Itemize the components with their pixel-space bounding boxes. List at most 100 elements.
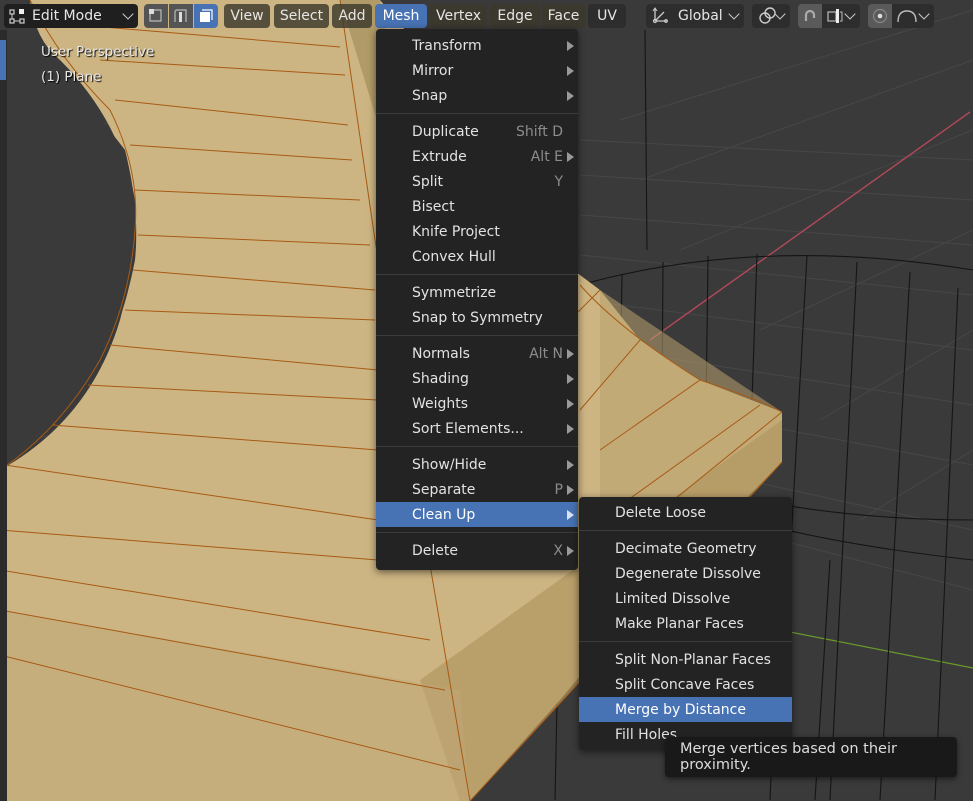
face-select-mode-button[interactable]: [194, 4, 218, 28]
snap-target-select[interactable]: [822, 4, 860, 28]
menu-item-transform[interactable]: Transform: [376, 33, 578, 58]
menu-item-symmetrize[interactable]: Symmetrize: [376, 280, 578, 305]
submenu-arrow-icon: [567, 399, 574, 409]
link-pivot-icon: [759, 7, 776, 24]
submenu-item-label: Limited Dissolve: [615, 590, 731, 607]
submenu-item-make-planar-faces[interactable]: Make Planar Faces: [579, 611, 792, 636]
menu-item-split[interactable]: Split Y: [376, 169, 578, 194]
shortcut-label: Alt N: [529, 345, 563, 362]
chevron-down-icon: [122, 8, 134, 20]
menu-item-label: Show/Hide: [412, 456, 487, 473]
submenu-item-limited-dissolve[interactable]: Limited Dissolve: [579, 586, 792, 611]
menu-item-bisect[interactable]: Bisect: [376, 194, 578, 219]
menu-separator: [376, 335, 578, 336]
pivot-point-select[interactable]: [752, 4, 790, 28]
menu-item-clean-up[interactable]: Clean Up: [376, 502, 578, 527]
menu-item-label: Bisect: [412, 198, 455, 215]
submenu-item-delete-loose[interactable]: Delete Loose: [579, 500, 792, 525]
transform-orientation-label: Global: [678, 8, 723, 24]
menu-item-label: Symmetrize: [412, 284, 497, 301]
proportional-editing-toggle[interactable]: [868, 4, 892, 28]
chevron-down-icon: [728, 8, 740, 20]
submenu-arrow-icon: [567, 424, 574, 434]
menu-add[interactable]: Add: [332, 4, 372, 28]
submenu-arrow-icon: [567, 41, 574, 51]
submenu-item-label: Delete Loose: [615, 504, 707, 521]
menu-mesh[interactable]: Mesh: [375, 4, 427, 28]
menu-item-label: Transform: [412, 37, 482, 54]
menu-item-shading[interactable]: Shading: [376, 366, 578, 391]
tooltip: Merge vertices based on their proximity.: [665, 737, 957, 777]
snap-toggle[interactable]: [798, 4, 822, 28]
submenu-arrow-icon: [567, 485, 574, 495]
mode-select[interactable]: Edit Mode: [4, 4, 138, 28]
menu-item-show-hide[interactable]: Show/Hide: [376, 452, 578, 477]
menu-item-label: Extrude: [412, 148, 467, 165]
menu-item-label: Snap: [412, 87, 448, 104]
submenu-arrow-icon: [567, 510, 574, 520]
menu-item-label: Knife Project: [412, 223, 500, 240]
falloff-curve-icon: [897, 10, 917, 23]
mesh-menu: Transform Mirror Snap Duplicate Shift D Extru…: [376, 29, 578, 570]
shortcut-label: X: [553, 542, 563, 559]
menu-separator: [376, 274, 578, 275]
menu-face[interactable]: Face: [542, 4, 585, 28]
menu-item-knife-project[interactable]: Knife Project: [376, 219, 578, 244]
submenu-arrow-icon: [567, 349, 574, 359]
submenu-arrow-icon: [567, 546, 574, 556]
menu-item-extrude[interactable]: Extrude Alt E: [376, 144, 578, 169]
menu-item-delete[interactable]: Delete X: [376, 538, 578, 563]
shortcut-label: P: [554, 481, 563, 498]
menu-item-sort-elements[interactable]: Sort Elements...: [376, 416, 578, 441]
submenu-item-label: Split Non-Planar Faces: [615, 651, 771, 668]
vertex-select-icon: [149, 9, 162, 22]
shortcut-label: Y: [554, 173, 563, 190]
menu-item-label: Separate: [412, 481, 476, 498]
menu-item-snap[interactable]: Snap: [376, 83, 578, 108]
transform-orientation-select[interactable]: Global: [646, 4, 744, 28]
menu-vertex[interactable]: Vertex: [430, 4, 487, 28]
submenu-arrow-icon: [567, 460, 574, 470]
chevron-down-icon: [844, 8, 856, 20]
submenu-arrow-icon: [567, 374, 574, 384]
submenu-item-label: Make Planar Faces: [615, 615, 744, 632]
menu-item-label: Split: [412, 173, 444, 190]
menu-item-separate[interactable]: Separate P: [376, 477, 578, 502]
submenu-item-degenerate-dissolve[interactable]: Degenerate Dissolve: [579, 561, 792, 586]
submenu-item-decimate-geometry[interactable]: Decimate Geometry: [579, 536, 792, 561]
menu-item-label: Mirror: [412, 62, 454, 79]
menu-item-label: Weights: [412, 395, 469, 412]
submenu-arrow-icon: [567, 91, 574, 101]
menu-item-snap-to-symmetry[interactable]: Snap to Symmetry: [376, 305, 578, 330]
menu-item-convex-hull[interactable]: Convex Hull: [376, 244, 578, 269]
menu-edge[interactable]: Edge: [490, 4, 540, 28]
menu-item-mirror[interactable]: Mirror: [376, 58, 578, 83]
menu-separator: [579, 530, 792, 531]
menu-select[interactable]: Select: [274, 4, 329, 28]
submenu-item-split-concave-faces[interactable]: Split Concave Faces: [579, 672, 792, 697]
edit-mode-icon: [9, 9, 25, 24]
submenu-arrow-icon: [567, 66, 574, 76]
menu-item-label: Clean Up: [412, 506, 476, 523]
menu-item-normals[interactable]: Normals Alt N: [376, 341, 578, 366]
shortcut-label: Alt E: [530, 148, 563, 165]
chevron-down-icon: [918, 8, 930, 20]
menu-item-label: Snap to Symmetry: [412, 309, 543, 326]
menu-item-weights[interactable]: Weights: [376, 391, 578, 416]
submenu-item-merge-by-distance[interactable]: Merge by Distance: [579, 697, 792, 722]
menu-uv[interactable]: UV: [588, 4, 626, 28]
submenu-item-label: Split Concave Faces: [615, 676, 755, 693]
menu-view[interactable]: View: [224, 4, 270, 28]
proportional-edit-icon: [872, 8, 888, 24]
vertex-select-mode-button[interactable]: [144, 4, 168, 28]
menu-item-label: Shading: [412, 370, 469, 387]
proportional-falloff-select[interactable]: [892, 4, 934, 28]
menu-separator: [376, 113, 578, 114]
magnet-snap-icon: [804, 9, 816, 21]
menu-item-duplicate[interactable]: Duplicate Shift D: [376, 119, 578, 144]
edge-select-mode-button[interactable]: [169, 4, 193, 28]
snap-increment-icon: [827, 9, 843, 23]
menu-item-label: Normals: [412, 345, 470, 362]
submenu-item-split-non-planar-faces[interactable]: Split Non-Planar Faces: [579, 647, 792, 672]
menu-separator: [376, 532, 578, 533]
